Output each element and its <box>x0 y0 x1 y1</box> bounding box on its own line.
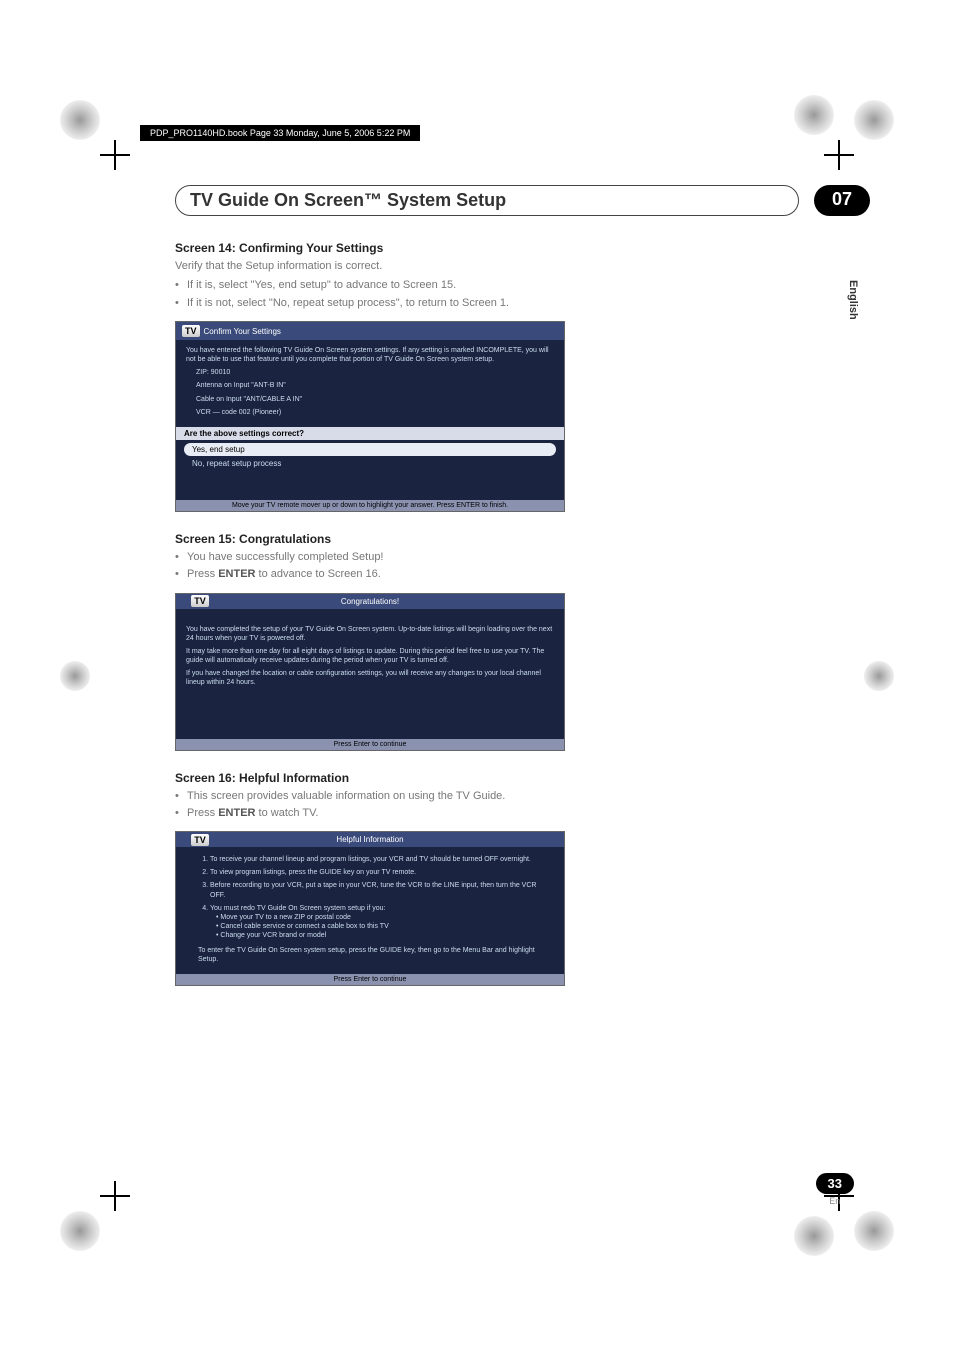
screenshot-footer: Press Enter to continue <box>176 974 564 985</box>
screenshot-text: To enter the TV Guide On Screen system s… <box>186 946 554 964</box>
screenshot-sublist-item: • Change your VCR brand or model <box>216 931 542 940</box>
screenshot-list-item: You must redo TV Guide On Screen system … <box>210 904 542 940</box>
screenshot-text: You have completed the setup of your TV … <box>186 625 554 643</box>
screen14-heading: Screen 14: Confirming Your Settings <box>175 241 570 255</box>
registration-mark <box>60 100 100 140</box>
chapter-title: TV Guide On Screen™ System Setup <box>175 185 799 216</box>
screen15-bullet: Press ENTER to advance to Screen 16. <box>175 567 570 582</box>
page-language-code: En <box>816 1196 854 1206</box>
text-fragment: You must redo TV Guide On Screen system … <box>210 905 385 912</box>
registration-mark <box>60 661 90 691</box>
crop-cross-icon <box>824 140 854 170</box>
text-fragment: to advance to Screen 16. <box>255 568 380 580</box>
page-number-badge: 33 <box>816 1173 854 1194</box>
screenshot-setting-vcr: VCR — code 002 (Pioneer) <box>186 408 554 417</box>
registration-mark <box>60 1211 100 1251</box>
screenshot-titlebar: TV Helpful Information <box>176 832 564 847</box>
screen14-description: Verify that the Setup information is cor… <box>175 259 570 274</box>
screen16-screenshot: TV Helpful Information To receive your c… <box>175 831 565 986</box>
crop-cross-icon <box>100 140 130 170</box>
text-fragment: Press <box>187 807 218 819</box>
registration-mark <box>854 100 894 140</box>
tv-guide-logo-icon: TV <box>191 595 209 607</box>
screenshot-list-item: To receive your channel lineup and progr… <box>210 855 542 864</box>
screenshot-option-selected: Yes, end setup <box>184 443 556 456</box>
screenshot-setting-zip: ZIP: 90010 <box>186 368 554 377</box>
tv-guide-logo-icon: TV <box>191 834 209 846</box>
screen14-bullet: If it is not, select "No, repeat setup p… <box>175 296 570 311</box>
screen15-bullet: You have successfully completed Setup! <box>175 550 570 565</box>
screenshot-list-item: To view program listings, press the GUID… <box>210 868 542 877</box>
screenshot-title: Congratulations! <box>341 597 399 606</box>
screenshot-footer: Press Enter to continue <box>176 739 564 750</box>
page-source-reference: PDP_PRO1140HD.book Page 33 Monday, June … <box>140 125 420 141</box>
screen16-bullet: Press ENTER to watch TV. <box>175 806 570 821</box>
text-fragment: to watch TV. <box>255 807 318 819</box>
enter-key-label: ENTER <box>218 568 255 580</box>
screenshot-option: No, repeat setup process <box>192 459 548 468</box>
screenshot-title: Helpful Information <box>336 835 403 844</box>
screenshot-text: If you have changed the location or cabl… <box>186 669 554 687</box>
text-fragment: Press <box>187 568 218 580</box>
screenshot-question: Are the above settings correct? <box>176 427 564 440</box>
screenshot-setting-antenna: Antenna on Input "ANT-B IN" <box>186 381 554 390</box>
screen14-screenshot: TV Confirm Your Settings You have entere… <box>175 321 565 512</box>
screen16-bullet: This screen provides valuable informatio… <box>175 789 570 804</box>
screenshot-text: You have entered the following TV Guide … <box>186 346 554 364</box>
screenshot-title: Confirm Your Settings <box>204 327 281 336</box>
enter-key-label: ENTER <box>218 807 255 819</box>
tv-guide-logo-icon: TV <box>182 325 200 337</box>
screenshot-titlebar: TV Confirm Your Settings <box>176 322 564 340</box>
screenshot-footer: Move your TV remote mover up or down to … <box>176 500 564 511</box>
registration-mark <box>794 1216 834 1256</box>
screen15-heading: Screen 15: Congratulations <box>175 532 570 546</box>
crop-cross-icon <box>100 1181 130 1211</box>
screenshot-text: It may take more than one day for all ei… <box>186 647 554 665</box>
chapter-header: TV Guide On Screen™ System Setup 07 <box>175 185 870 216</box>
page-content: TV Guide On Screen™ System Setup 07 Scre… <box>175 185 870 1006</box>
chapter-number-badge: 07 <box>814 185 870 216</box>
screen16-heading: Screen 16: Helpful Information <box>175 771 570 785</box>
registration-mark <box>854 1211 894 1251</box>
screenshot-setting-cable: Cable on Input "ANT/CABLE A IN" <box>186 395 554 404</box>
registration-mark <box>794 95 834 135</box>
screen15-screenshot: TV Congratulations! You have completed t… <box>175 593 565 751</box>
screenshot-sublist-item: • Cancel cable service or connect a cabl… <box>216 922 542 931</box>
screenshot-list-item: Before recording to your VCR, put a tape… <box>210 881 542 899</box>
screenshot-titlebar: TV Congratulations! <box>176 594 564 609</box>
screenshot-sublist-item: • Move your TV to a new ZIP or postal co… <box>216 913 542 922</box>
screen14-bullet: If it is, select "Yes, end setup" to adv… <box>175 278 570 293</box>
page-footer: 33 En <box>816 1173 854 1206</box>
